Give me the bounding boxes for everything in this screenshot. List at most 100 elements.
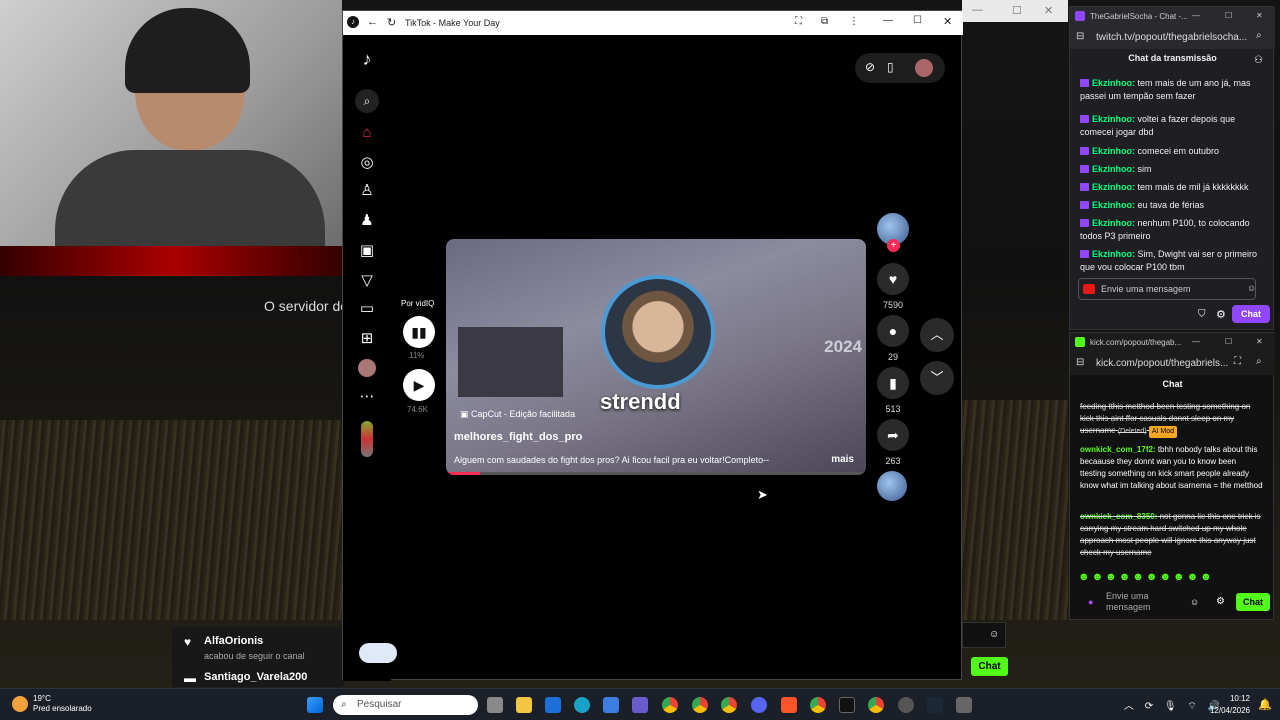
settings-icon[interactable]: ⚙	[1216, 596, 1225, 607]
chat-username[interactable]: ownkick_com_17f2:	[1080, 445, 1156, 454]
chat-username[interactable]: Ekzinhoo:	[1092, 146, 1135, 156]
chrome-profile-4-icon[interactable]	[868, 697, 884, 713]
network-icon[interactable]: ⌔	[1187, 701, 1196, 712]
kick-chat-button[interactable]: Chat	[1236, 593, 1270, 611]
friends-icon[interactable]: ♟	[357, 211, 377, 231]
explore-icon[interactable]: ◎	[357, 153, 377, 173]
search-icon[interactable]: ⌕	[355, 89, 379, 113]
app-icon[interactable]	[956, 697, 972, 713]
zoom-icon[interactable]: ⌕	[1256, 30, 1262, 41]
chat-username[interactable]: Ekzinhoo:	[1092, 218, 1135, 228]
messages-icon[interactable]: ▭	[357, 299, 377, 319]
maximize-icon[interactable]: ☐	[1225, 337, 1232, 346]
device-icon[interactable]: ▯	[887, 60, 894, 74]
task-view-icon[interactable]	[487, 697, 503, 713]
minimize-icon[interactable]: —	[1192, 337, 1200, 346]
twitch-chat-input[interactable]: Envie uma mensagem ☺	[1078, 278, 1256, 300]
mic-icon[interactable]: ●	[1088, 597, 1093, 607]
following-icon[interactable]: ♙	[357, 181, 377, 201]
minimize-icon[interactable]: —	[883, 15, 893, 26]
kick-chat-button-secondary[interactable]: Chat	[971, 657, 1008, 676]
outlook-icon[interactable]	[545, 697, 561, 713]
windows-start-icon[interactable]	[307, 697, 323, 713]
emote-bar[interactable]: ☻☻☻☻☻☻☻☻☻☻	[1078, 571, 1214, 583]
extension-widget[interactable]	[361, 421, 373, 457]
like-button[interactable]: ♥	[877, 263, 909, 295]
kick-chat-input[interactable]: ● Envie uma mensagem ☺	[1078, 591, 1200, 615]
next-video-button[interactable]: ﹀	[920, 361, 954, 395]
obs-icon[interactable]	[898, 697, 914, 713]
save-button[interactable]: ▮	[877, 367, 909, 399]
maximize-icon[interactable]: ☐	[913, 15, 922, 26]
emoji-icon[interactable]: ☺	[989, 629, 999, 640]
extensions-icon[interactable]: ⧉	[821, 16, 828, 27]
chat-username[interactable]: Ekzinhoo:	[1092, 164, 1135, 174]
translate-icon[interactable]: ⛶	[795, 16, 802, 27]
profile-avatar[interactable]	[358, 359, 376, 377]
minimize-icon[interactable]: —	[1192, 11, 1200, 20]
emoji-icon[interactable]: ☺	[1190, 597, 1199, 607]
chat-username[interactable]: Ekzinhoo:	[1092, 200, 1135, 210]
teams-icon[interactable]	[632, 697, 648, 713]
play-button[interactable]: ▶	[403, 369, 435, 401]
zoom-icon[interactable]: ⌕	[1256, 356, 1262, 367]
chat-username[interactable]: Ekzinhoo:	[1092, 114, 1135, 124]
more-icon[interactable]: ⋯	[357, 387, 377, 407]
shield-icon[interactable]: ⛉	[1198, 309, 1206, 320]
translate-icon[interactable]: ⛶	[1234, 356, 1241, 367]
chat-username[interactable]: Ekzinhoo:	[1092, 182, 1135, 192]
back-arrow-icon[interactable]: ←	[367, 16, 378, 28]
chat-username[interactable]: ownkick_com_8350:	[1080, 512, 1157, 521]
tiktok-logo-icon[interactable]: ♪	[357, 49, 377, 69]
chrome-profile-3-icon[interactable]	[810, 697, 826, 713]
follow-plus-icon[interactable]: +	[887, 239, 900, 252]
weather-widget[interactable]: 19°C Pred ensolarado	[12, 694, 92, 714]
compass-icon[interactable]: ⊘	[865, 60, 875, 74]
minimize-icon[interactable]: —	[972, 4, 983, 16]
capcut-tag[interactable]: ▣ CapCut - Edição facilitada	[460, 409, 575, 420]
upload-icon[interactable]: ⊞	[357, 329, 377, 349]
chat-username[interactable]: Ekzinhoo:	[1092, 249, 1135, 259]
taskbar-search[interactable]: ⌕ Pesquisar	[333, 695, 478, 715]
file-explorer-icon[interactable]	[516, 697, 532, 713]
site-info-icon[interactable]: ⊟	[1076, 31, 1084, 42]
chat-username[interactable]: Ekzinhoo:	[1092, 78, 1135, 88]
chrome-profile-2-icon[interactable]	[721, 697, 737, 713]
video-progress-bar[interactable]	[446, 472, 866, 475]
edge-icon[interactable]	[574, 697, 590, 713]
share-button[interactable]: ➦	[877, 419, 909, 451]
store-icon[interactable]	[603, 697, 619, 713]
chrome-profile-icon[interactable]	[692, 697, 708, 713]
close-icon[interactable]: ✕	[1044, 4, 1053, 17]
video-author[interactable]: melhores_fight_dos_pro	[454, 431, 582, 443]
close-icon[interactable]: ✕	[943, 15, 952, 28]
users-icon[interactable]: ⚇	[1254, 55, 1263, 66]
chevron-up-icon[interactable]: ︿	[1124, 701, 1134, 712]
taskbar-clock[interactable]: 10:12 12/04/2026	[1210, 693, 1250, 717]
twitch-chat-button[interactable]: Chat	[1232, 305, 1270, 323]
more-menu-icon[interactable]: ⋮	[849, 16, 859, 27]
stats-button[interactable]: ▮▮	[403, 316, 435, 348]
vidiq-toggle[interactable]	[359, 643, 397, 663]
close-icon[interactable]: ✕	[1256, 11, 1263, 20]
chrome-icon[interactable]	[662, 697, 678, 713]
user-avatar[interactable]	[915, 59, 933, 77]
kick-url-bar[interactable]: ⊟ kick.com/popout/thegabriels... ⛶ ⌕	[1070, 353, 1275, 375]
site-info-icon[interactable]: ⊟	[1076, 357, 1084, 368]
music-disc-avatar[interactable]	[877, 471, 907, 501]
video-player[interactable]: strendd 2024 ▣ CapCut - Edição facilitad…	[446, 239, 866, 475]
home-icon[interactable]: ⌂	[357, 123, 377, 143]
live-icon[interactable]: ▣	[357, 241, 377, 261]
mic-icon[interactable]: 🎙	[1164, 701, 1177, 712]
maximize-icon[interactable]: ☐	[1012, 4, 1022, 17]
sync-icon[interactable]: ⟳	[1145, 701, 1153, 712]
emoji-icon[interactable]: ☺	[1247, 283, 1256, 293]
inbox-icon[interactable]: ▽	[357, 271, 377, 291]
brave-icon[interactable]	[781, 697, 797, 713]
settings-icon[interactable]: ⚙	[1216, 308, 1226, 321]
comment-button[interactable]: ●	[877, 315, 909, 347]
more-caption-link[interactable]: mais	[831, 454, 854, 465]
steam-icon[interactable]	[927, 697, 943, 713]
discord-icon[interactable]	[751, 697, 767, 713]
tiktok-icon[interactable]	[839, 697, 855, 713]
